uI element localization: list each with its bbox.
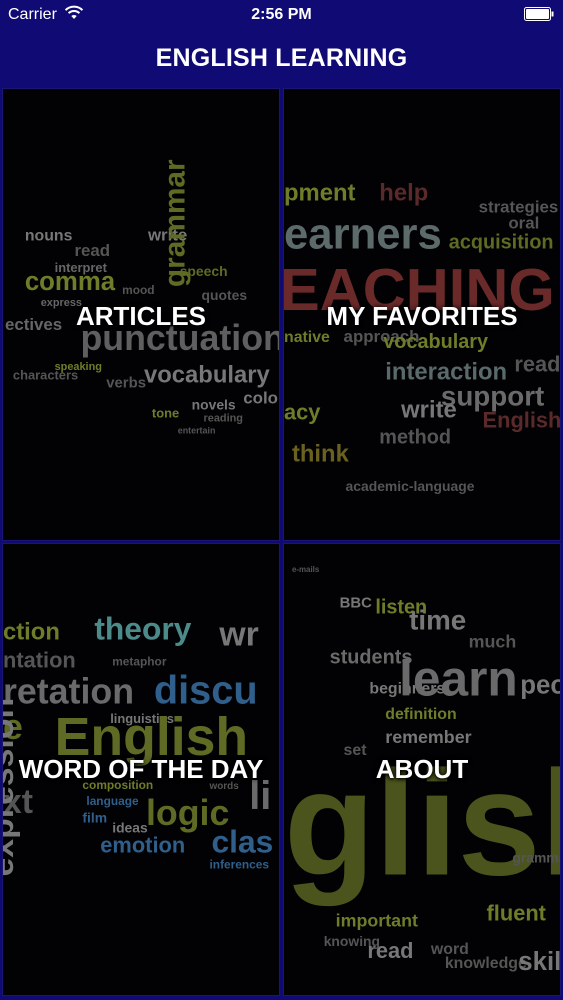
- svg-text:wr: wr: [218, 616, 258, 654]
- svg-text:oral: oral: [508, 213, 539, 232]
- svg-text:help: help: [379, 179, 428, 206]
- svg-text:read: read: [514, 352, 560, 377]
- svg-text:novels: novels: [192, 397, 236, 413]
- svg-text:think: think: [292, 440, 350, 467]
- svg-text:vocabulary: vocabulary: [383, 331, 488, 353]
- status-bar: Carrier 2:56 PM: [0, 0, 563, 30]
- svg-text:reading: reading: [204, 413, 243, 425]
- my-favorites-tile[interactable]: pment help earners acquisition strategie…: [283, 88, 561, 541]
- svg-text:read: read: [74, 241, 110, 260]
- svg-text:film: film: [82, 810, 107, 826]
- svg-text:write: write: [400, 397, 457, 424]
- about-label: ABOUT: [375, 754, 469, 784]
- svg-text:skills: skills: [518, 948, 560, 976]
- svg-text:entertain: entertain: [178, 425, 216, 435]
- svg-text:grammar: grammar: [512, 850, 560, 866]
- svg-text:retation: retation: [3, 671, 134, 711]
- svg-text:learn: learn: [399, 650, 518, 706]
- status-time: 2:56 PM: [251, 6, 312, 23]
- articles-tile[interactable]: phrases nouns read write interpret comma…: [2, 88, 280, 541]
- svg-text:emotion: emotion: [100, 833, 185, 858]
- word-of-the-day-label: WORD OF THE DAY: [18, 754, 264, 784]
- svg-text:mood: mood: [122, 283, 154, 297]
- svg-text:inferences: inferences: [210, 858, 270, 872]
- svg-text:tone: tone: [152, 406, 179, 421]
- svg-text:language: language: [86, 794, 139, 808]
- articles-label: ARTICLES: [76, 301, 206, 331]
- menu-grid: phrases nouns read write interpret comma…: [2, 88, 561, 996]
- svg-text:people: people: [520, 671, 560, 699]
- svg-text:pment: pment: [284, 179, 356, 206]
- svg-text:verbs: verbs: [106, 376, 146, 392]
- svg-text:much: much: [469, 632, 517, 652]
- battery-icon: [524, 7, 554, 21]
- word-of-the-day-tile[interactable]: ction theory wr ntation metaphor retatio…: [2, 543, 280, 996]
- svg-text:definition: definition: [385, 706, 456, 723]
- svg-text:nouns: nouns: [25, 227, 73, 244]
- svg-text:time: time: [409, 605, 466, 636]
- svg-text:e-mails: e-mails: [292, 565, 320, 574]
- svg-text:speech: speech: [180, 263, 228, 279]
- svg-text:earners: earners: [284, 209, 442, 258]
- svg-text:comma: comma: [25, 268, 116, 296]
- svg-text:expression: expression: [3, 698, 21, 877]
- svg-text:speaking: speaking: [55, 361, 102, 373]
- svg-text:clas: clas: [211, 824, 273, 860]
- svg-text:important: important: [336, 910, 418, 930]
- svg-text:vocabulary: vocabulary: [144, 362, 271, 389]
- svg-text:acquisition: acquisition: [449, 231, 554, 253]
- svg-text:knowledge: knowledge: [445, 955, 527, 972]
- svg-text:ction: ction: [3, 619, 60, 646]
- svg-text:knowing: knowing: [324, 933, 380, 949]
- page-title: ENGLISH LEARNING: [155, 43, 408, 72]
- svg-text:ntation: ntation: [3, 647, 76, 672]
- nav-bar: ENGLISH LEARNING: [0, 30, 563, 86]
- svg-text:colo: colo: [243, 389, 278, 408]
- svg-text:BBC: BBC: [340, 596, 372, 612]
- svg-text:method: method: [379, 426, 451, 448]
- svg-text:acy: acy: [284, 400, 321, 425]
- svg-text:English: English: [483, 407, 560, 432]
- svg-text:discu: discu: [154, 668, 258, 712]
- svg-text:fluent: fluent: [487, 900, 547, 925]
- my-favorites-label: MY FAVORITES: [326, 301, 518, 331]
- svg-text:metaphor: metaphor: [112, 654, 167, 668]
- svg-text:theory: theory: [94, 611, 191, 647]
- app-screen: Carrier 2:56 PM ENGLISH LEARNING phrases…: [0, 0, 563, 1000]
- about-tile[interactable]: e-mails BBC listen time students beginne…: [283, 543, 561, 996]
- svg-text:academic-language: academic-language: [346, 478, 475, 494]
